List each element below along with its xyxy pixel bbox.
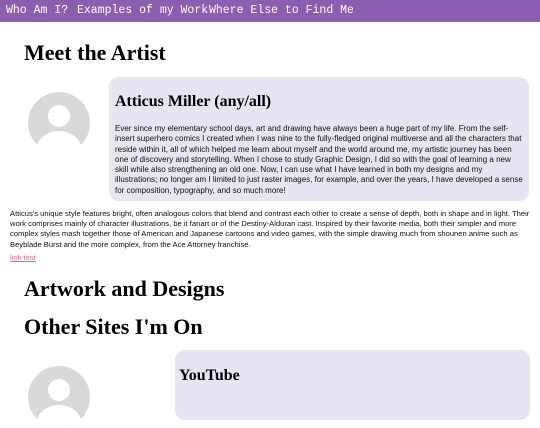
- artist-name: Atticus Miller (any/all): [115, 93, 272, 110]
- default-avatar-icon: [28, 366, 90, 428]
- avatar-shoulders-shape: [36, 131, 82, 154]
- top-nav: Who Am I? Examples of my Work Where Else…: [0, 0, 540, 22]
- artist-card: Atticus Miller (any/all) Ever since my e…: [109, 77, 529, 201]
- youtube-title[interactable]: YouTube: [179, 367, 240, 385]
- nav-link-examples-of-work[interactable]: Examples of my Work: [77, 4, 208, 17]
- artwork-heading: Artwork and Designs: [24, 276, 225, 301]
- youtube-card: YouTube: [175, 350, 530, 420]
- nav-link-where-else[interactable]: Where Else to Find Me: [209, 4, 354, 17]
- artist-bio: Ever since my elementary school days, ar…: [115, 124, 523, 195]
- avatar-shoulders-shape: [36, 405, 82, 428]
- other-sites-heading: Other Sites I'm On: [24, 314, 203, 339]
- link-test[interactable]: link test: [10, 253, 36, 262]
- meet-the-artist-heading: Meet the Artist: [24, 40, 166, 65]
- artist-style-paragraph: Atticus's unique style features bright, …: [10, 209, 530, 249]
- default-avatar-icon: [28, 92, 90, 154]
- nav-link-who-am-i[interactable]: Who Am I?: [6, 4, 68, 17]
- avatar-head-shape: [48, 105, 70, 127]
- avatar-head-shape: [48, 379, 70, 401]
